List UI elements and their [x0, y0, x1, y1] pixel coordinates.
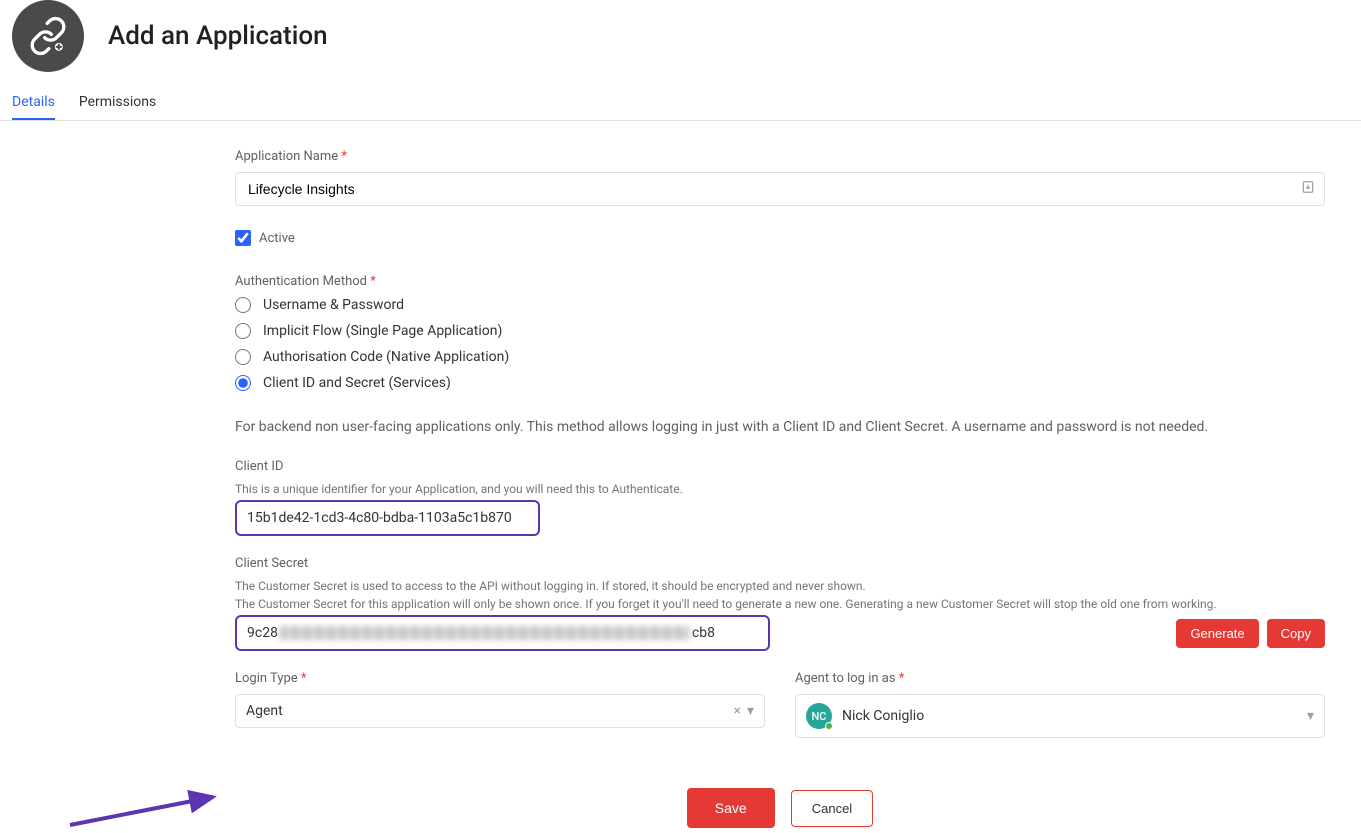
- app-name-input[interactable]: [235, 172, 1325, 206]
- copy-button[interactable]: Copy: [1267, 619, 1325, 648]
- app-name-label: Application Name *: [235, 149, 1325, 164]
- agent-name: Nick Coniglio: [842, 708, 924, 724]
- status-online: [825, 722, 833, 730]
- login-type-select[interactable]: Agent × ▾: [235, 694, 765, 728]
- arrow-annotation: [65, 783, 225, 833]
- client-secret-value[interactable]: 9c28 cb8: [235, 615, 770, 651]
- active-checkbox[interactable]: [235, 230, 251, 246]
- auth-radio-username[interactable]: [235, 297, 251, 313]
- client-id-label: Client ID: [235, 459, 1325, 474]
- autofill-icon: [1301, 180, 1315, 198]
- tab-details[interactable]: Details: [12, 86, 55, 120]
- page-title: Add an Application: [108, 21, 328, 51]
- active-label: Active: [259, 231, 295, 246]
- auth-radio-authcode[interactable]: [235, 349, 251, 365]
- chevron-down-icon: ▾: [747, 703, 754, 719]
- auth-label-clientid: Client ID and Secret (Services): [263, 375, 451, 391]
- agent-login-select[interactable]: NC Nick Coniglio ▾: [795, 694, 1325, 738]
- agent-login-label: Agent to log in as *: [795, 671, 1325, 686]
- client-secret-hint2: The Customer Secret for this application…: [235, 597, 1325, 611]
- client-id-hint: This is a unique identifier for your App…: [235, 482, 1325, 496]
- auth-radio-clientid[interactable]: [235, 375, 251, 391]
- auth-radio-implicit[interactable]: [235, 323, 251, 339]
- client-id-value[interactable]: 15b1de42-1cd3-4c80-bdba-1103a5c1b870: [235, 500, 540, 536]
- tab-permissions[interactable]: Permissions: [79, 86, 156, 120]
- redacted-secret: [280, 626, 690, 640]
- app-link-icon: [12, 0, 84, 72]
- auth-method-label: Authentication Method *: [235, 274, 1325, 289]
- save-button[interactable]: Save: [687, 788, 775, 828]
- avatar: NC: [806, 703, 832, 729]
- login-type-value: Agent: [246, 703, 283, 719]
- chevron-down-icon: ▾: [1307, 708, 1314, 724]
- login-type-label: Login Type *: [235, 671, 765, 686]
- auth-help-text: For backend non user-facing applications…: [235, 419, 1325, 435]
- client-secret-hint1: The Customer Secret is used to access to…: [235, 579, 1325, 593]
- client-secret-label: Client Secret: [235, 556, 1325, 571]
- auth-label-authcode: Authorisation Code (Native Application): [263, 349, 509, 365]
- cancel-button[interactable]: Cancel: [791, 790, 873, 827]
- auth-label-username: Username & Password: [263, 297, 404, 313]
- generate-button[interactable]: Generate: [1176, 619, 1258, 648]
- clear-icon[interactable]: ×: [733, 703, 740, 719]
- auth-label-implicit: Implicit Flow (Single Page Application): [263, 323, 502, 339]
